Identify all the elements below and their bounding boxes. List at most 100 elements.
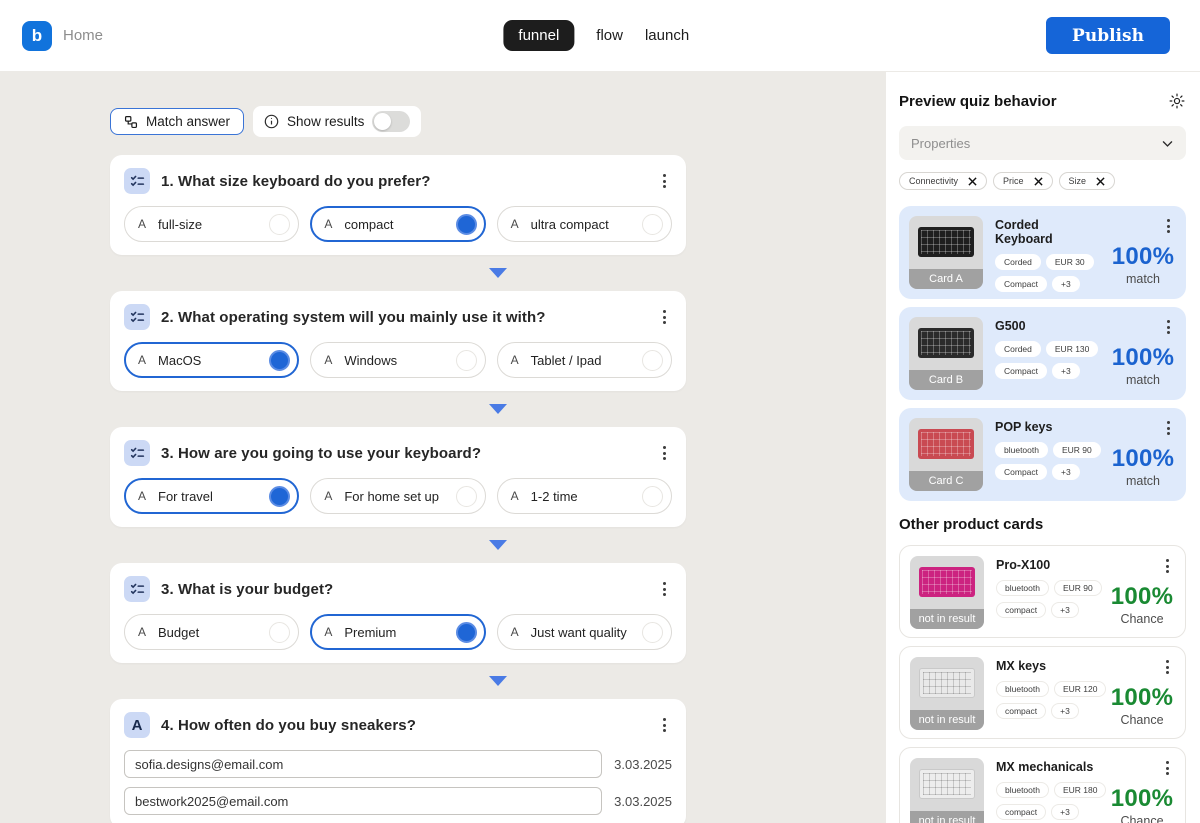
tag: +3 <box>1051 602 1079 618</box>
kebab-menu-icon[interactable] <box>1161 317 1176 337</box>
product-card-b[interactable]: Card B G500 Corded EUR 130 Compact +3 10… <box>899 307 1186 400</box>
radio-unselected[interactable] <box>269 214 290 235</box>
tag: +3 <box>1052 276 1080 292</box>
radio-unselected[interactable] <box>642 214 663 235</box>
tab-flow[interactable]: flow <box>596 27 623 44</box>
match-answer-label: Match answer <box>146 114 230 129</box>
product-card-c[interactable]: Card C POP keys bluetooth EUR 90 Compact… <box>899 408 1186 501</box>
kebab-menu-icon[interactable] <box>1160 758 1175 778</box>
question-card-4: 3. What is your budget? A Budget A Premi… <box>110 563 686 663</box>
kebab-menu-icon[interactable] <box>657 443 672 463</box>
radio-selected[interactable] <box>269 486 290 507</box>
option-prefix: A <box>511 625 519 639</box>
kebab-menu-icon[interactable] <box>1160 657 1175 677</box>
option-label: For home set up <box>344 489 439 504</box>
kebab-menu-icon[interactable] <box>657 579 672 599</box>
flow-connector-arrow <box>489 676 507 686</box>
option-prefix: A <box>511 353 519 367</box>
option-label: Premium <box>344 625 396 640</box>
radio-unselected[interactable] <box>642 350 663 371</box>
publish-button[interactable]: Publish <box>1046 17 1170 54</box>
tag: compact <box>996 602 1046 618</box>
tag: +3 <box>1052 363 1080 379</box>
answer-option[interactable]: A For home set up <box>310 478 485 514</box>
other-product-card-3[interactable]: not in result MX mechanicals bluetooth E… <box>899 747 1186 823</box>
tag: Compact <box>995 464 1047 480</box>
show-results-toggle[interactable] <box>372 111 410 132</box>
kebab-menu-icon[interactable] <box>1160 556 1175 576</box>
radio-unselected[interactable] <box>642 622 663 643</box>
option-label: ultra compact <box>531 217 609 232</box>
answer-option[interactable]: A ultra compact <box>497 206 672 242</box>
answer-option[interactable]: A Budget <box>124 614 299 650</box>
chance-percent: 100% <box>1111 785 1174 813</box>
question-card-2: 2. What operating system will you mainly… <box>110 291 686 391</box>
keyboard-image <box>919 668 975 698</box>
answer-option-selected[interactable]: A compact <box>310 206 485 242</box>
radio-unselected[interactable] <box>642 486 663 507</box>
chip-label: Connectivity <box>909 176 958 186</box>
radio-selected[interactable] <box>456 622 477 643</box>
other-product-card-2[interactable]: not in result MX keys bluetooth EUR 120 … <box>899 646 1186 739</box>
response-row: 3.03.2025 <box>124 787 672 815</box>
other-products-title: Other product cards <box>899 516 1186 533</box>
radio-unselected[interactable] <box>456 486 477 507</box>
other-product-card-1[interactable]: not in result Pro-X100 bluetooth EUR 90 … <box>899 545 1186 638</box>
answer-option[interactable]: A Windows <box>310 342 485 378</box>
answer-option-selected[interactable]: A MacOS <box>124 342 299 378</box>
chance-label: Chance <box>1111 713 1174 727</box>
option-prefix: A <box>324 489 332 503</box>
tab-launch[interactable]: launch <box>645 27 689 44</box>
match-percent: 100% <box>1112 344 1175 372</box>
option-label: Windows <box>344 353 397 368</box>
close-icon[interactable] <box>1034 177 1043 186</box>
kebab-menu-icon[interactable] <box>1161 418 1176 438</box>
answer-option[interactable]: A full-size <box>124 206 299 242</box>
filter-chip[interactable]: Connectivity <box>899 172 987 190</box>
radio-selected[interactable] <box>269 350 290 371</box>
home-link[interactable]: b Home <box>22 21 103 51</box>
answer-option-selected[interactable]: A Premium <box>310 614 485 650</box>
properties-label: Properties <box>911 136 970 151</box>
kebab-menu-icon[interactable] <box>657 171 672 191</box>
tab-funnel[interactable]: funnel <box>503 20 574 51</box>
filter-chip[interactable]: Price <box>993 172 1053 190</box>
radio-unselected[interactable] <box>269 622 290 643</box>
chip-label: Size <box>1069 176 1087 186</box>
question-title: 4. How often do you buy sneakers? <box>161 717 416 734</box>
radio-selected[interactable] <box>456 214 477 235</box>
preview-sidebar: Preview quiz behavior Properties Connect… <box>886 72 1200 823</box>
match-answer-button[interactable]: Match answer <box>110 108 244 135</box>
tag: bluetooth <box>995 442 1048 458</box>
answer-option[interactable]: A Tablet / Ipad <box>497 342 672 378</box>
card-badge: not in result <box>910 811 984 823</box>
filter-chip[interactable]: Size <box>1059 172 1116 190</box>
card-badge: not in result <box>910 710 984 730</box>
kebab-menu-icon[interactable] <box>657 715 672 735</box>
tag: bluetooth <box>996 681 1049 697</box>
option-prefix: A <box>511 489 519 503</box>
response-email-input[interactable] <box>124 750 602 778</box>
option-label: Just want quality <box>531 625 627 640</box>
gear-icon[interactable] <box>1168 92 1186 110</box>
product-image: not in result <box>910 657 984 730</box>
answer-option[interactable]: A Just want quality <box>497 614 672 650</box>
option-prefix: A <box>138 489 146 503</box>
answer-option-selected[interactable]: A For travel <box>124 478 299 514</box>
kebab-menu-icon[interactable] <box>1161 216 1176 236</box>
flow-connector-arrow <box>489 404 507 414</box>
product-title: Pro-X100 <box>996 558 1097 572</box>
match-percent: 100% <box>1112 445 1175 473</box>
radio-unselected[interactable] <box>456 350 477 371</box>
kebab-menu-icon[interactable] <box>657 307 672 327</box>
close-icon[interactable] <box>1096 177 1105 186</box>
response-email-input[interactable] <box>124 787 602 815</box>
tag: bluetooth <box>996 580 1049 596</box>
properties-dropdown[interactable]: Properties <box>899 126 1186 160</box>
close-icon[interactable] <box>968 177 977 186</box>
answer-option[interactable]: A 1-2 time <box>497 478 672 514</box>
tag: +3 <box>1051 703 1079 719</box>
option-label: For travel <box>158 489 213 504</box>
option-prefix: A <box>324 353 332 367</box>
product-card-a[interactable]: Card A Corded Keyboard Corded EUR 30 Com… <box>899 206 1186 299</box>
